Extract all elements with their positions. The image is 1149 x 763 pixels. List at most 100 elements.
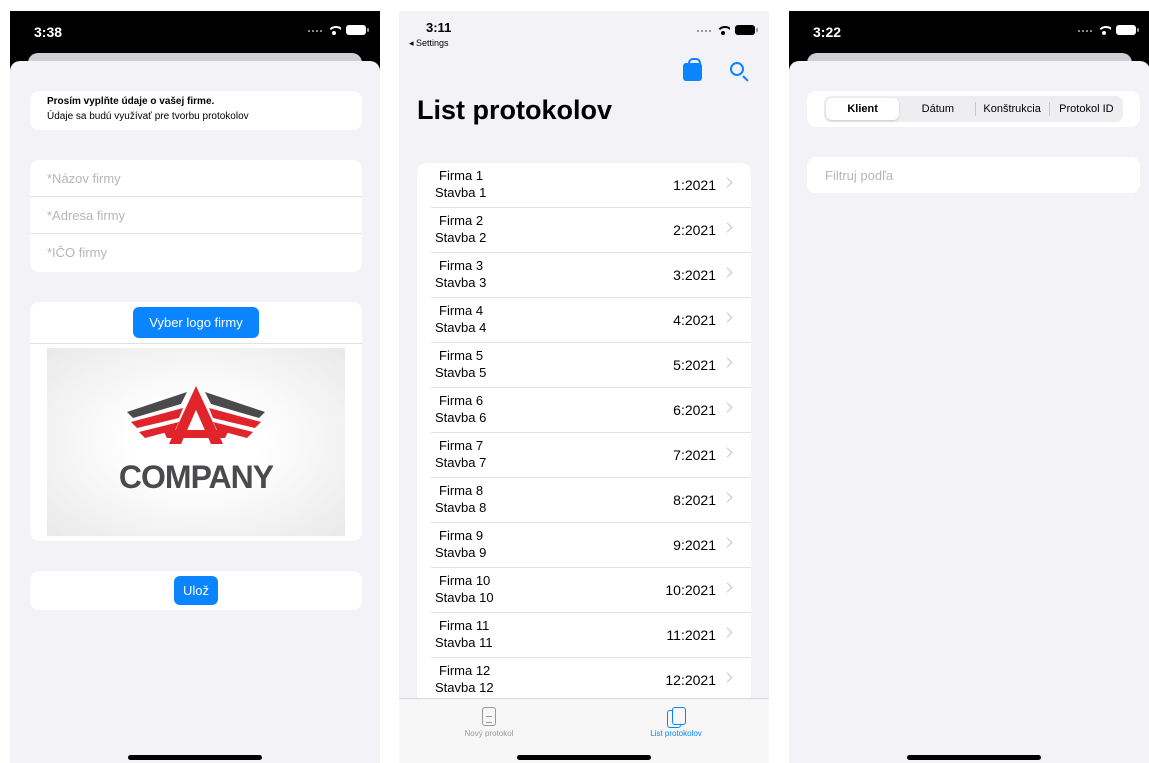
tab-bar: Nový protokol List protokolov [399,698,769,763]
bag-icon[interactable] [683,58,702,81]
chevron-right-icon [722,357,733,368]
chevron-right-icon [722,672,733,683]
back-to-settings-link[interactable]: ◂ Settings [409,38,449,49]
status-bar: 3:22 [789,11,1149,53]
page-title: List protokolov [417,95,612,125]
home-indicator [907,755,1041,760]
segment-klient[interactable]: Klient [826,98,900,120]
row-building: Stavba 10 [435,590,494,605]
protocol-row[interactable]: Firma 4 Stavba 4 4:2021 [417,298,751,343]
row-building: Stavba 6 [435,410,487,425]
info-title: Prosím vyplňte údaje o vašej firme. [47,96,215,107]
protocol-row[interactable]: Firma 9 Stavba 9 9:2021 [417,523,751,568]
chevron-right-icon [722,447,733,458]
protocol-row[interactable]: Firma 10 Stavba 10 10:2021 [417,568,751,613]
protocol-row[interactable]: Firma 5 Stavba 5 5:2021 [417,343,751,388]
tab-protocol-list[interactable]: List protokolov [606,707,746,738]
row-company: Firma 6 [439,393,484,408]
tab-new-protocol[interactable]: Nový protokol [419,707,559,738]
row-company: Firma 9 [439,528,484,543]
row-protocol-id: 3:2021 [673,267,716,283]
segment-card: Klient Dátum Konštrukcia Protokol ID [807,91,1140,127]
chevron-right-icon [722,627,733,638]
battery-icon [1116,25,1139,35]
signal-icon [697,28,711,32]
signal-icon [308,28,322,32]
filter-screen: 3:22 Klient Dátum Konštrukcia Protokol I… [789,11,1149,763]
row-protocol-id: 11:2021 [666,627,716,643]
save-button[interactable]: Ulož [174,576,218,605]
row-company: Firma 1 [439,168,484,183]
row-protocol-id: 2:2021 [673,222,716,238]
company-address-field[interactable]: *Adresa firmy [30,197,362,234]
row-building: Stavba 11 [435,635,493,650]
segment-protokol-id[interactable]: Protokol ID [1050,103,1123,115]
row-building: Stavba 12 [435,680,494,695]
protocol-list-screen: 3:11 ◂ Settings List protokolov Firma 1 S… [399,11,769,763]
wifi-icon [716,25,730,35]
row-protocol-id: 10:2021 [665,582,716,598]
row-protocol-id: 7:2021 [673,447,716,463]
segment-konstrukcia[interactable]: Konštrukcia [976,103,1049,115]
protocol-row[interactable]: Firma 12 Stavba 12 12:2021 [417,658,751,703]
signal-icon [1078,28,1092,32]
row-company: Firma 12 [439,663,491,678]
row-protocol-id: 9:2021 [673,537,716,553]
row-company: Firma 7 [439,438,484,453]
row-building: Stavba 7 [435,455,487,470]
protocol-row[interactable]: Firma 11 Stavba 11 11:2021 [417,613,751,658]
row-protocol-id: 4:2021 [673,312,716,328]
tab-label: List protokolov [650,729,702,738]
row-company: Firma 10 [439,573,491,588]
logo-company-text: COMPANY [118,459,274,495]
status-bar: 3:38 [10,11,380,53]
row-building: Stavba 5 [435,365,487,380]
row-protocol-id: 6:2021 [673,402,716,418]
home-indicator [517,755,651,760]
search-icon[interactable] [730,62,744,76]
document-icon [482,707,496,726]
row-protocol-id: 5:2021 [673,357,716,373]
segment-datum[interactable]: Dátum [901,103,974,115]
chevron-right-icon [722,537,733,548]
modal-sheet: Klient Dátum Konštrukcia Protokol ID Fil… [789,61,1149,763]
row-protocol-id: 8:2021 [673,492,716,508]
row-building: Stavba 8 [435,500,487,515]
modal-sheet: Prosím vyplňte údaje o vašej firme. Údaj… [10,61,380,763]
chevron-right-icon [722,177,733,188]
row-building: Stavba 3 [435,275,487,290]
documents-icon [667,707,686,728]
row-company: Firma 2 [439,213,484,228]
company-form: *Názov firmy *Adresa firmy *IČO firmy [30,160,362,272]
wifi-icon [1097,25,1111,35]
protocol-row[interactable]: Firma 8 Stavba 8 8:2021 [417,478,751,523]
chevron-right-icon [722,402,733,413]
divider [30,343,362,344]
row-company: Firma 4 [439,303,484,318]
company-name-field[interactable]: *Názov firmy [30,160,362,197]
status-time: 3:22 [813,24,842,40]
battery-icon [735,25,758,35]
filter-input[interactable]: Filtruj podľa [807,157,1140,193]
protocol-row[interactable]: Firma 6 Stavba 6 6:2021 [417,388,751,433]
home-indicator [128,755,262,760]
chevron-right-icon [722,582,733,593]
chevron-right-icon [722,222,733,233]
protocol-row[interactable]: Firma 3 Stavba 3 3:2021 [417,253,751,298]
row-company: Firma 11 [439,618,490,633]
info-card: Prosím vyplňte údaje o vašej firme. Údaj… [30,91,362,130]
company-ico-field[interactable]: *IČO firmy [30,234,362,271]
protocol-row[interactable]: Firma 1 Stavba 1 1:2021 [417,163,751,208]
company-logo-image: COMPANY [47,348,345,536]
protocol-row[interactable]: Firma 2 Stavba 2 2:2021 [417,208,751,253]
chevron-right-icon [722,492,733,503]
logo-card: Vyber logo firmy COMPANY [30,302,362,541]
row-protocol-id: 1:2021 [673,177,716,193]
protocol-row[interactable]: Firma 7 Stavba 7 7:2021 [417,433,751,478]
filter-segmented-control: Klient Dátum Konštrukcia Protokol ID [824,96,1123,122]
wings-logo-icon [127,386,265,444]
row-protocol-id: 12:2021 [665,672,716,688]
choose-logo-button[interactable]: Vyber logo firmy [133,307,259,338]
row-building: Stavba 1 [435,185,487,200]
chevron-right-icon [722,267,733,278]
